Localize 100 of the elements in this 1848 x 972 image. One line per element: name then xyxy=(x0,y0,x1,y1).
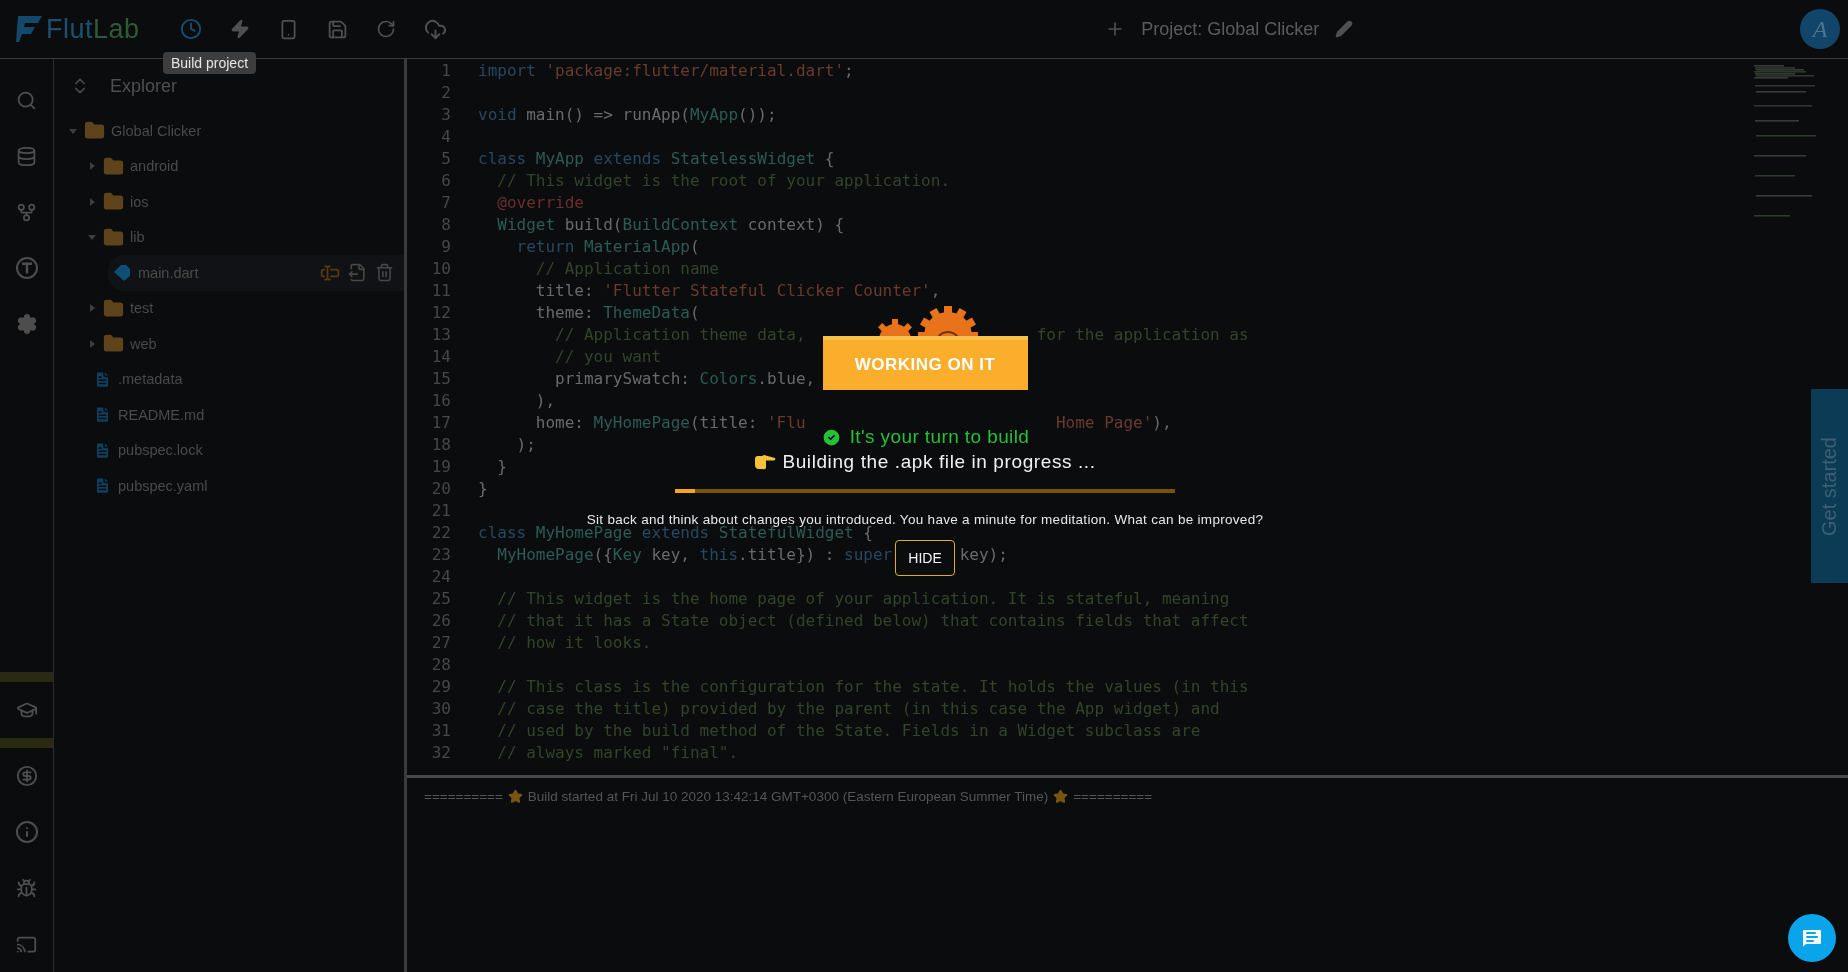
code-text: primarySwatch: Colors.blue, xyxy=(554,369,816,388)
line-number: 13 xyxy=(430,324,452,346)
chat-button[interactable] xyxy=(1788,914,1836,962)
code-text: // This class is the configuration for the state. It holds the values (in this xyxy=(496,677,1249,696)
line-number: 8 xyxy=(440,214,452,236)
code-text: @override xyxy=(496,193,584,212)
line-number: 14 xyxy=(430,346,452,368)
line-number: 7 xyxy=(440,192,452,214)
code-text: // This widget is the root of your application. xyxy=(496,171,950,190)
project-title: Project: Global Clicker xyxy=(1141,18,1320,40)
code-text: // used by the build method of the State. Fields in a Widget subclass are xyxy=(496,721,1201,740)
user-avatar[interactable]: A xyxy=(1800,9,1840,49)
build-log-text: Build started at Fri Jul 10 2020 13:42:14 GMT+0300 (Eastern European Summer Time) xyxy=(527,789,1049,804)
tree-item[interactable]: lib xyxy=(83,219,404,255)
tree-item[interactable]: README.md xyxy=(89,397,404,433)
tree-item[interactable]: web xyxy=(83,326,404,362)
code-text: // Application name xyxy=(534,259,719,278)
tree-item[interactable]: test xyxy=(83,290,404,326)
code-text: title: 'Flutter Stateful Clicker Counter', xyxy=(534,281,941,300)
line-number: 9 xyxy=(440,236,452,258)
line-number: 21 xyxy=(430,500,452,522)
star-icon xyxy=(1053,789,1069,804)
tree-item[interactable]: pubspec.yaml xyxy=(89,468,404,504)
code-text: // how it looks. xyxy=(496,633,652,652)
line-number: 20 xyxy=(430,478,452,500)
line-number: 32 xyxy=(430,742,452,764)
check-icon xyxy=(820,426,842,448)
explorer-title: Explorer xyxy=(110,75,178,97)
code-text: // you want xyxy=(554,347,662,366)
code-text: } xyxy=(496,457,507,476)
pointing-hand-icon xyxy=(754,454,777,470)
logo-icon xyxy=(14,14,44,44)
code-text: key); xyxy=(959,544,1008,566)
line-number: 6 xyxy=(440,170,452,192)
caret-icon[interactable] xyxy=(87,338,97,349)
caret-icon[interactable] xyxy=(87,196,97,207)
line-number: 10 xyxy=(430,258,452,280)
folder-icon xyxy=(103,226,124,248)
code-text: theme: ThemeData( xyxy=(534,303,700,322)
code-text: MyHomePage({Key key, this.title}) : super xyxy=(496,545,893,564)
line-number: 31 xyxy=(430,720,452,742)
code-text: // This widget is the home page of your application. It is stateful, meaning xyxy=(496,589,1230,608)
output-rule: ========== xyxy=(1073,789,1153,804)
code-text: import 'package:flutter/material.dart'; xyxy=(478,61,854,80)
caret-icon[interactable] xyxy=(87,303,97,314)
line-number: 23 xyxy=(430,544,452,566)
delete-icon[interactable] xyxy=(375,262,394,283)
move-file-icon[interactable] xyxy=(348,262,367,283)
line-number: 11 xyxy=(430,280,452,302)
code-text: // that it has a State object (defined below) that contains fields that affect xyxy=(496,611,1249,630)
tree-item[interactable]: android xyxy=(83,148,404,184)
line-number: 17 xyxy=(430,412,452,434)
code-text: ); xyxy=(515,435,536,454)
hide-button[interactable]: HIDE xyxy=(895,540,955,576)
line-number: 3 xyxy=(440,104,452,126)
line-number: 1 xyxy=(440,60,452,82)
line-number: 26 xyxy=(430,610,452,632)
folder-icon xyxy=(103,297,124,319)
status-text: It's your turn to build xyxy=(849,426,1030,448)
line-number: 4 xyxy=(440,126,452,148)
tree-item[interactable]: pubspec.lock xyxy=(89,432,404,468)
code-text: for the application as xyxy=(1036,324,1249,346)
code-text: // case the title) provided by the parent (in this case the App widget) and xyxy=(496,699,1220,718)
line-number: 16 xyxy=(430,390,452,412)
working-banner: WORKING ON IT xyxy=(822,336,1028,390)
line-number: 24 xyxy=(430,566,452,588)
tree-item[interactable]: main.dart xyxy=(108,255,404,291)
line-number: 5 xyxy=(440,148,452,170)
line-number: 19 xyxy=(430,456,452,478)
line-number: 18 xyxy=(430,434,452,456)
progress-text: Building the .apk file in progress ... xyxy=(782,451,1096,473)
highlight-strip xyxy=(0,738,53,748)
line-number: 30 xyxy=(430,698,452,720)
line-number: 22 xyxy=(430,522,452,544)
code-text: void main() => runApp(MyApp()); xyxy=(478,105,777,124)
code-text: home: MyHomePage(title: 'Flu xyxy=(534,413,806,432)
code-text: class MyApp extends StatelessWidget { xyxy=(478,149,835,168)
logo-text: FlutLab xyxy=(46,13,140,45)
tree-item[interactable]: ios xyxy=(83,184,404,220)
star-icon xyxy=(507,789,523,804)
line-number: 29 xyxy=(430,676,452,698)
line-number: 15 xyxy=(430,368,452,390)
line-number: 2 xyxy=(440,82,452,104)
folder-icon xyxy=(103,155,124,177)
code-text: } xyxy=(478,479,488,498)
dart-file-icon xyxy=(112,262,132,283)
code-text: ), xyxy=(534,391,556,410)
tree-item[interactable]: .metadata xyxy=(89,361,404,397)
output-rule: ========== xyxy=(424,789,503,804)
code-text: // always marked "final". xyxy=(496,743,739,762)
code-text: Home Page'), xyxy=(1055,412,1172,434)
tree-item[interactable]: Global Clicker xyxy=(64,113,404,149)
highlight-strip xyxy=(0,672,53,682)
tooltip: Build project xyxy=(163,52,257,74)
line-number: 28 xyxy=(430,654,452,676)
code-text: Widget build(BuildContext context) { xyxy=(496,215,845,234)
code-text: // Application theme data, xyxy=(554,325,806,344)
line-number: 27 xyxy=(430,632,452,654)
caret-icon[interactable] xyxy=(87,161,97,172)
code-text: return MaterialApp( xyxy=(515,237,700,256)
